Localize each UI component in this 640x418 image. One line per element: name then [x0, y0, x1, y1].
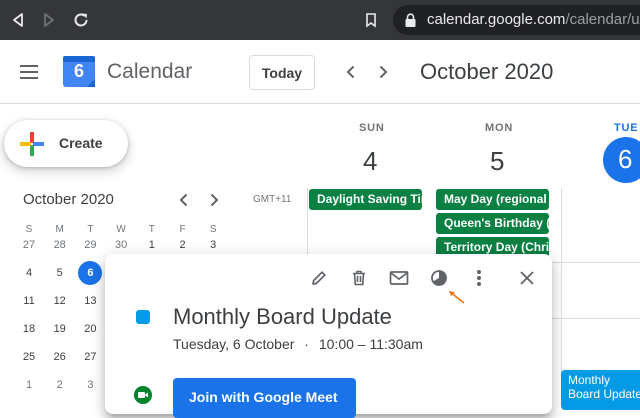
lock-icon — [404, 13, 417, 33]
hour-line — [552, 318, 640, 319]
mini-calendar-day[interactable]: 3 — [78, 373, 102, 397]
all-day-event[interactable]: Queen's Birthday ( — [436, 213, 549, 234]
mini-calendar-day[interactable]: 20 — [78, 317, 102, 341]
next-week-icon[interactable] — [375, 64, 391, 85]
more-options-icon[interactable] — [467, 266, 491, 290]
timed-event[interactable]: Monthly Board Update — [561, 370, 640, 410]
mini-calendar-day[interactable]: 4 — [17, 261, 41, 285]
event-date: Tuesday, 6 October — [173, 336, 295, 352]
mini-calendar-title: October 2020 — [23, 191, 114, 208]
app-title: Calendar — [107, 60, 193, 83]
logo-day: 6 — [73, 61, 84, 81]
mini-next-month-icon[interactable] — [206, 192, 222, 213]
event-title: Monthly Board Update — [173, 304, 392, 329]
day-label-mon: MON — [485, 122, 514, 134]
datetime-separator: · — [304, 336, 309, 352]
mini-calendar-day[interactable]: 13 — [78, 289, 102, 313]
mini-calendar-day[interactable]: 26 — [48, 345, 72, 369]
url-text: calendar.google.com/calendar/u/0 — [427, 11, 640, 28]
create-button[interactable]: Create — [4, 120, 128, 167]
event-datetime: Tuesday, 6 October · 10:00 – 11:30am — [173, 336, 423, 352]
all-day-divider — [552, 262, 640, 263]
event-time: 10:00 – 11:30am — [318, 336, 423, 352]
browser-toolbar: calendar.google.com/calendar/u/0 — [0, 0, 640, 40]
all-day-event[interactable]: Daylight Saving Tir — [309, 189, 422, 210]
google-meet-icon — [134, 386, 152, 404]
grid-divider — [561, 188, 562, 400]
event-details-popup: Monthly Board Update Tuesday, 6 October … — [105, 254, 552, 418]
mini-calendar-day[interactable]: 1 — [17, 373, 41, 397]
timezone-label: GMT+11 — [253, 194, 292, 205]
day-label-sun: SUN — [359, 122, 385, 134]
edit-icon[interactable] — [307, 266, 331, 290]
mini-calendar-day[interactable]: 27 — [17, 233, 41, 257]
close-icon[interactable] — [515, 266, 539, 290]
mini-calendar-day[interactable]: 6 — [78, 261, 103, 285]
calendar-header: 6 Calendar Today October 2020 — [0, 40, 640, 104]
mini-calendar-day[interactable]: 18 — [17, 317, 41, 341]
day-number-mon[interactable]: 5 — [490, 146, 504, 177]
bookmark-icon[interactable] — [359, 8, 383, 32]
create-label: Create — [59, 135, 103, 151]
mini-calendar-day[interactable]: 29 — [78, 233, 102, 257]
delete-icon[interactable] — [347, 266, 371, 290]
day-label-tue: TUE — [614, 122, 639, 134]
address-bar[interactable]: calendar.google.com/calendar/u/0 — [393, 5, 640, 35]
plus-icon — [19, 131, 45, 162]
mini-calendar-day[interactable]: 12 — [48, 289, 72, 313]
mini-calendar-day[interactable]: 2 — [48, 373, 72, 397]
previous-week-icon[interactable] — [343, 64, 359, 85]
mini-calendar-day[interactable]: 19 — [48, 317, 72, 341]
mini-calendar-day[interactable]: 28 — [48, 233, 72, 257]
event-color-square — [136, 310, 150, 324]
back-icon[interactable] — [6, 8, 30, 32]
mini-calendar-day[interactable]: 27 — [78, 345, 102, 369]
day-number-tue: 6 — [618, 144, 633, 174]
mini-calendar-day[interactable]: 5 — [48, 261, 72, 285]
mini-calendar-day[interactable]: 25 — [17, 345, 41, 369]
calendar-logo-icon: 6 — [62, 54, 96, 88]
main-menu-icon[interactable] — [19, 64, 39, 85]
mini-prev-month-icon[interactable] — [176, 192, 192, 213]
all-day-event[interactable]: May Day (regional — [436, 189, 549, 210]
options-icon[interactable] — [427, 266, 451, 290]
email-guests-icon[interactable] — [387, 266, 411, 290]
forward-icon[interactable] — [37, 8, 61, 32]
day-number-sun[interactable]: 4 — [363, 146, 377, 177]
join-meet-button[interactable]: Join with Google Meet — [173, 378, 356, 418]
pointer-arrow-icon — [446, 288, 468, 311]
mini-calendar-day[interactable]: 11 — [17, 289, 41, 313]
today-button[interactable]: Today — [249, 55, 315, 90]
reload-icon[interactable] — [69, 8, 93, 32]
current-period-title: October 2020 — [420, 59, 554, 84]
